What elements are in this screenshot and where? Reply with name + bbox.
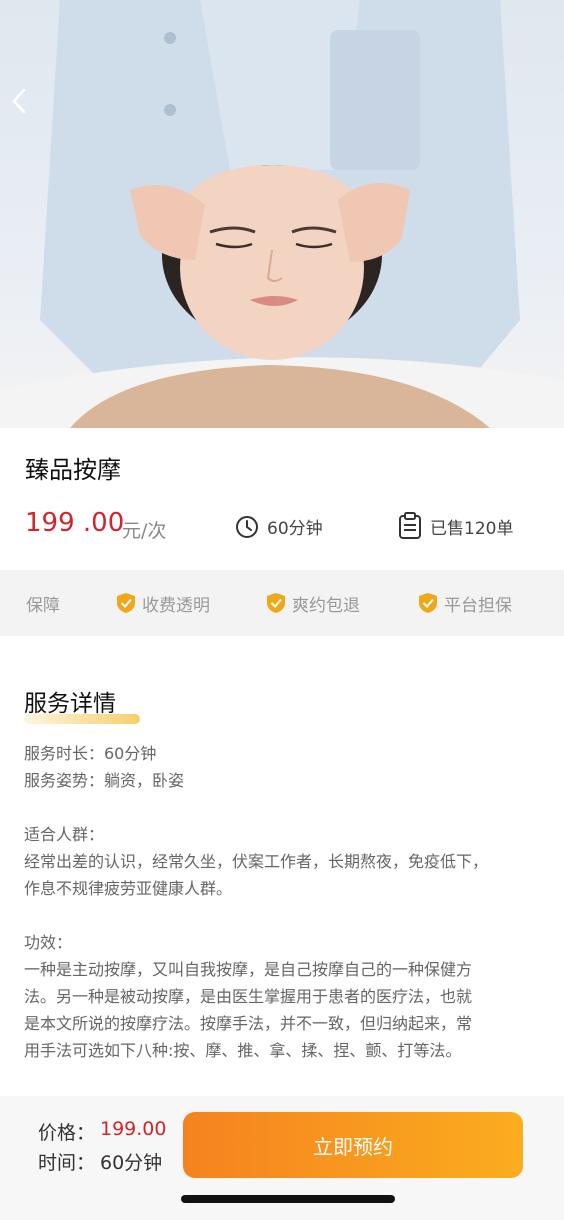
audience-line: 经常出差的认识，经常久坐，伏案工作者，长期熬夜，免疫低下， [24, 852, 489, 871]
clipboard-icon [399, 512, 421, 539]
duration-line: 服务时长：60分钟 [24, 744, 157, 763]
service-price: 199 .00 [25, 508, 125, 538]
guarantee-item: 爽约包退 [266, 591, 360, 616]
guarantee-label: 保障 [26, 595, 60, 616]
posture-line: 服务姿势：躺资，卧姿 [24, 771, 185, 790]
section-title: 服务详情 [24, 691, 116, 717]
home-indicator [181, 1195, 395, 1203]
guarantee-item: 收费透明 [116, 591, 210, 616]
duration-info: 60分钟 [235, 514, 323, 539]
sold-count: 已售120单 [430, 518, 514, 539]
effect-line: 法。另一种是被动按摩，是由医生掌握用于患者的医疗法，也就 [24, 987, 473, 1006]
shield-check-icon [267, 593, 285, 613]
bottom-time-label: 时间： [38, 1152, 96, 1174]
shield-check-icon [419, 593, 437, 613]
bottom-price-value: 199.00 [100, 1118, 167, 1140]
guarantee-item: 平台担保 [418, 591, 512, 616]
chevron-left-icon [12, 88, 26, 114]
guarantee-strip: 保障 收费透明 爽约包退 平台担保 [0, 570, 564, 636]
back-button[interactable] [12, 88, 40, 128]
guarantee-item-label: 收费透明 [142, 595, 210, 616]
bottom-price-label: 价格： [38, 1122, 96, 1144]
shield-check-icon [117, 593, 135, 613]
effect-title: 功效： [24, 933, 73, 952]
guarantee-item-label: 平台担保 [444, 595, 512, 616]
clock-icon [236, 515, 258, 538]
service-info-card: 臻品按摩 199 .00 元/次 60分钟 已售120单 [0, 428, 564, 570]
guarantee-item-label: 爽约包退 [292, 595, 360, 616]
price-unit: 元/次 [122, 520, 167, 542]
price-row: 199 .00 元/次 60分钟 已售120单 [0, 508, 564, 548]
sold-info: 已售120单 [398, 512, 513, 540]
bottom-time-value: 60分钟 [100, 1152, 163, 1174]
effect-line: 用手法可选如下八种:按、摩、推、拿、揉、捏、颤、打等法。 [24, 1041, 462, 1060]
audience-title: 适合人群： [24, 825, 105, 844]
effect-line: 是本文所说的按摩疗法。按摩手法，并不一致，但归纳起来，常 [24, 1014, 473, 1033]
book-now-button[interactable]: 立即预约 [183, 1112, 523, 1178]
hero-image [0, 0, 564, 428]
service-title: 臻品按摩 [25, 456, 121, 484]
service-details: 服务详情 服务时长：60分钟 服务姿势：躺资，卧姿 适合人群： 经常出差的认识，… [0, 636, 564, 1096]
duration-text: 60分钟 [267, 519, 323, 539]
audience-line: 作息不规律疲劳亚健康人群。 [24, 879, 233, 898]
effect-line: 一种是主动按摩，又叫自我按摩，是自己按摩自己的一种保健方 [24, 960, 473, 979]
